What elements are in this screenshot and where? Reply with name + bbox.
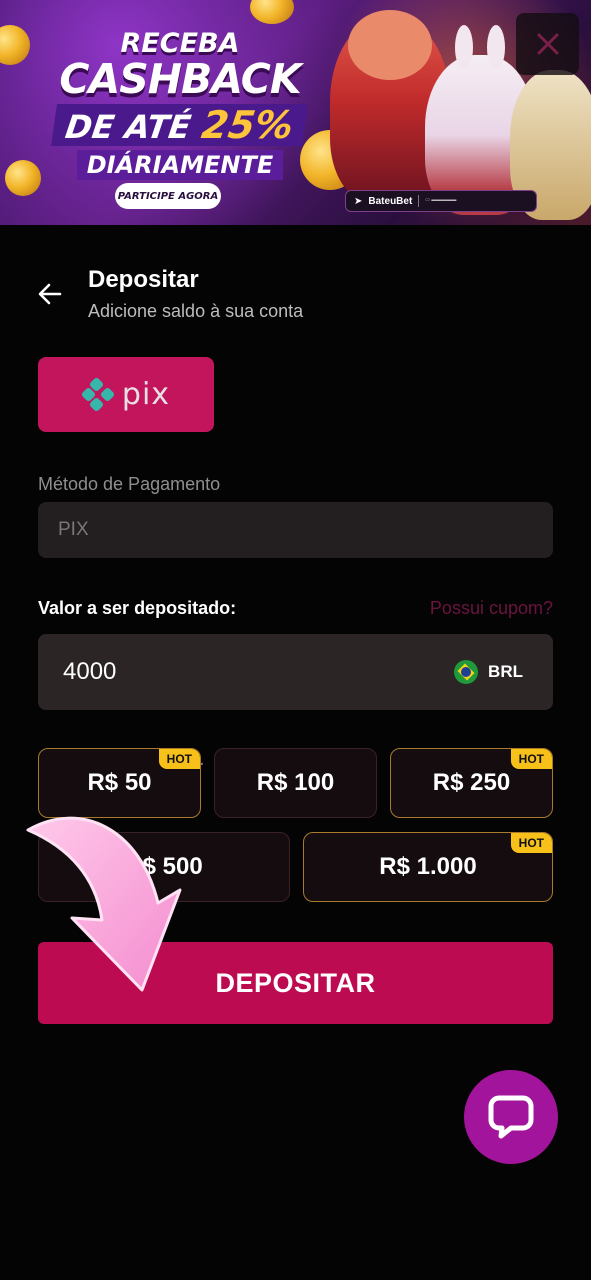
promo-line-2: CASHBACK — [59, 55, 301, 103]
quick-amount-100[interactable]: R$ 100 — [214, 748, 377, 818]
amount-input[interactable]: 4000 BRL — [38, 634, 553, 710]
divider — [418, 195, 420, 207]
brand-name: BateuBet — [368, 195, 413, 207]
hot-badge: HOT — [510, 833, 552, 853]
quick-amount-250[interactable]: R$ 250 HOT — [390, 748, 553, 818]
promo-line-3: DE ATÉ 25% — [51, 103, 309, 147]
responsible-gaming-icon: ▭ ▬▬▬▬▬ — [425, 197, 457, 204]
coupon-link[interactable]: Possui cupom? — [430, 598, 553, 619]
pix-logo: pix — [81, 377, 171, 412]
quick-amount-1000[interactable]: R$ 1.000 HOT — [303, 832, 553, 902]
close-banner-button[interactable] — [516, 13, 579, 75]
brand-strip: ➤ BateuBet ▭ ▬▬▬▬▬ — [345, 190, 537, 212]
participate-button[interactable]: PARTICIPE AGORA — [115, 183, 221, 209]
promo-percentage: 25% — [199, 103, 297, 147]
currency-indicator: BRL — [454, 660, 523, 684]
pix-wordmark: pix — [121, 377, 171, 412]
arrow-left-icon[interactable] — [36, 280, 64, 308]
quick-amount-label: R$ 250 — [432, 769, 511, 796]
hot-badge: HOT — [510, 749, 552, 769]
currency-code: BRL — [488, 662, 523, 681]
page-subtitle: Adicione saldo à sua conta — [88, 301, 304, 321]
promo-line-3-prefix: DE ATÉ — [63, 108, 194, 146]
quick-amount-label: R$ 100 — [256, 769, 335, 796]
quick-amount-label: R$ 1.000 — [379, 853, 477, 880]
payment-method-field: PIX — [38, 502, 553, 558]
promo-headline: RECEBA CASHBACK DE ATÉ 25% DIÁRIAMENTE — [40, 30, 320, 180]
close-icon — [537, 33, 558, 55]
chat-bubble-icon — [488, 1095, 534, 1139]
chat-button[interactable] — [464, 1070, 558, 1164]
brand-logo-icon: ➤ — [354, 195, 363, 207]
brazil-flag-icon — [454, 660, 479, 684]
coin-decoration — [250, 0, 294, 24]
promo-line-1: RECEBA — [120, 28, 240, 59]
promo-line-4: DIÁRIAMENTE — [76, 150, 284, 180]
pix-icon — [81, 377, 114, 411]
coin-decoration — [5, 160, 41, 196]
coin-decoration — [0, 25, 30, 65]
pointer-arrow-icon — [26, 816, 182, 992]
amount-value[interactable]: 4000 — [63, 658, 116, 686]
quick-amount-label: R$ 50 — [87, 769, 152, 796]
page-title: Depositar — [88, 266, 199, 293]
amount-label: Valor a ser depositado: — [38, 598, 237, 618]
hot-badge: HOT — [158, 749, 200, 769]
pix-payment-option[interactable]: pix powered by Banco Central — [38, 357, 214, 766]
payment-method-label: Método de Pagamento — [38, 474, 221, 494]
promo-banner[interactable]: RECEBA CASHBACK DE ATÉ 25% DIÁRIAMENTE P… — [0, 0, 591, 225]
